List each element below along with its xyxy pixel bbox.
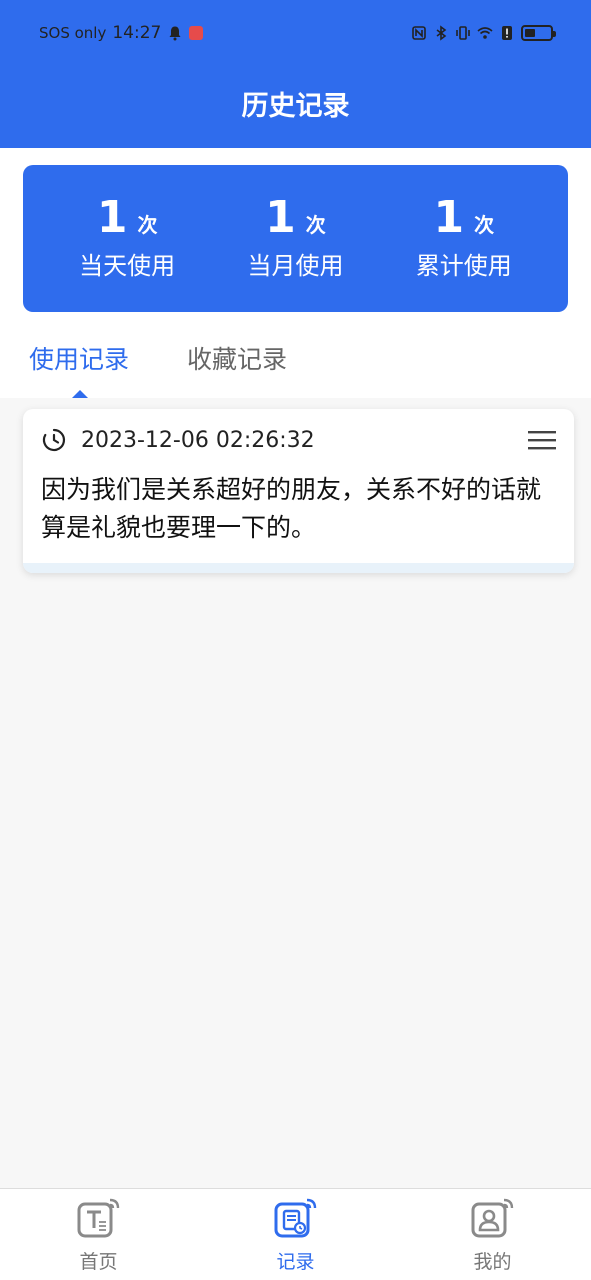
wifi-icon xyxy=(477,27,493,39)
tab-label: 使用记录 xyxy=(29,345,130,374)
stat-value: 1 xyxy=(265,192,296,243)
record-icon xyxy=(274,1198,316,1238)
record-tabs: 使用记录 收藏记录 xyxy=(0,340,591,398)
text-tool-icon xyxy=(77,1198,119,1238)
stat-value: 1 xyxy=(96,192,128,243)
active-tab-indicator xyxy=(72,390,88,398)
stat-label: 当天使用 xyxy=(79,252,176,280)
tab-label: 收藏记录 xyxy=(187,345,288,374)
stat-label: 当月使用 xyxy=(247,252,344,280)
alert-icon xyxy=(502,26,512,40)
record-text: 因为我们是关系超好的朋友，关系不好的话就算是礼貌也要理一下的。 xyxy=(41,475,542,542)
bluetooth-icon xyxy=(436,25,447,41)
bottom-navigation: 首页 记录 我的 xyxy=(0,1188,591,1280)
stat-today: 1 次 当天使用 xyxy=(52,196,202,281)
tab-favorite-records[interactable]: 收藏记录 xyxy=(187,340,287,398)
clock-time: 14:27 xyxy=(112,23,162,43)
nav-profile[interactable]: 我的 xyxy=(418,1189,568,1280)
stat-unit: 次 xyxy=(474,213,495,237)
record-card[interactable]: 2023-12-06 02:26:32 因为我们是关系超好的朋友，关系不好的话就… xyxy=(23,409,574,573)
stat-label: 累计使用 xyxy=(415,252,512,280)
nav-records[interactable]: 记录 xyxy=(221,1189,371,1280)
tab-usage-records[interactable]: 使用记录 xyxy=(29,340,129,398)
card-bottom-strip xyxy=(23,563,574,573)
profile-icon xyxy=(471,1198,513,1238)
clock-icon xyxy=(42,428,66,452)
stat-unit: 次 xyxy=(137,213,158,237)
nav-label: 首页 xyxy=(79,1251,118,1273)
app-notification-icon xyxy=(189,26,204,40)
page-title: 历史记录 xyxy=(241,91,350,122)
stat-value: 1 xyxy=(433,192,465,243)
bell-icon xyxy=(169,26,181,41)
nfc-icon xyxy=(412,26,426,40)
vibrate-icon xyxy=(456,26,470,40)
status-bar: SOS only 14:27 xyxy=(0,0,591,66)
nav-label: 记录 xyxy=(276,1251,315,1273)
nav-home[interactable]: 首页 xyxy=(24,1189,174,1280)
app-header: SOS only 14:27 历史记录 xyxy=(0,0,591,148)
carrier-text: SOS only xyxy=(39,24,107,42)
menu-icon[interactable] xyxy=(528,429,556,451)
stat-unit: 次 xyxy=(305,213,326,237)
stat-month: 1 次 当月使用 xyxy=(220,196,370,281)
record-timestamp: 2023-12-06 02:26:32 xyxy=(81,427,315,453)
nav-label: 我的 xyxy=(473,1251,512,1273)
battery-icon xyxy=(521,25,556,41)
stat-total: 1 次 累计使用 xyxy=(389,196,539,281)
usage-stats-card: 1 次 当天使用 1 次 当月使用 1 次 累计使用 xyxy=(23,165,568,312)
